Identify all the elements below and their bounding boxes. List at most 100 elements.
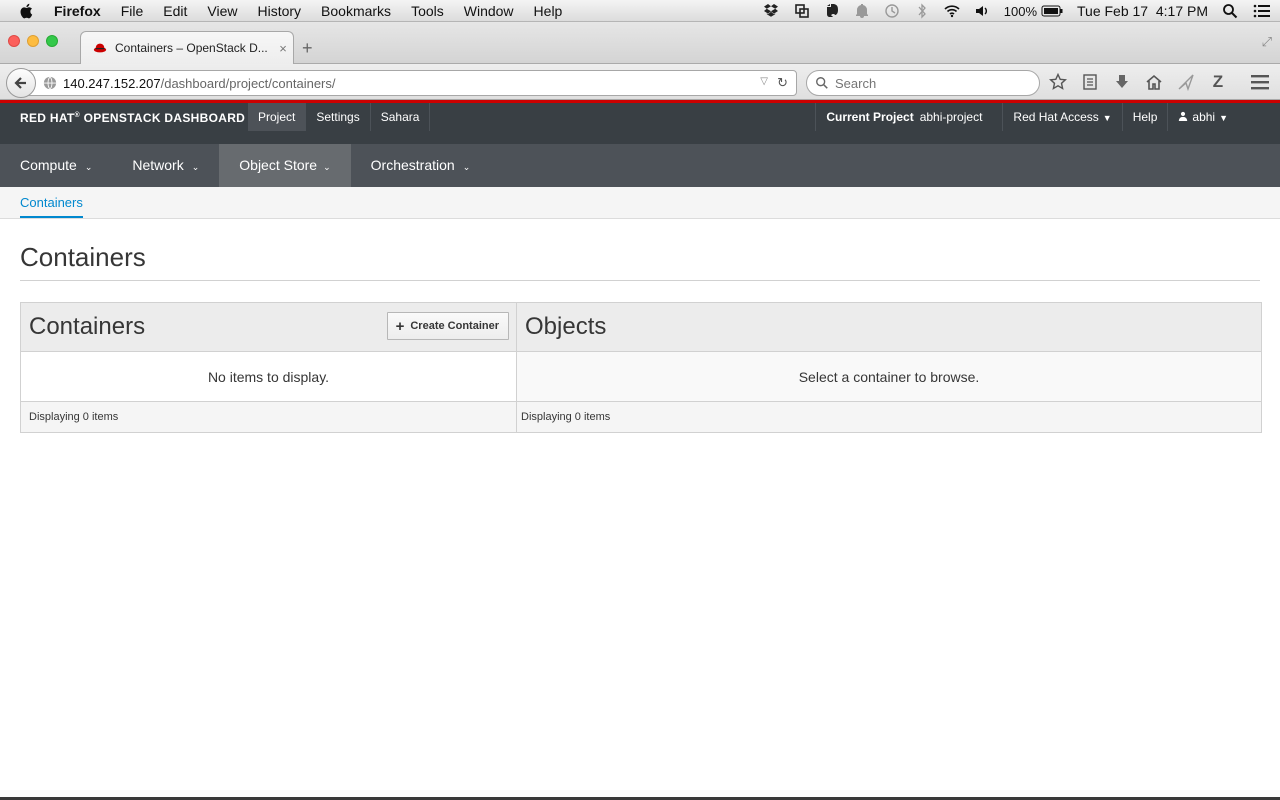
- new-tab-button[interactable]: +: [302, 38, 313, 59]
- create-container-button[interactable]: + Create Container: [386, 312, 509, 340]
- zotero-icon[interactable]: Z: [1208, 72, 1228, 92]
- red-hat-access-label: Red Hat Access: [1013, 110, 1099, 124]
- container-browser: Containers + Create Container No items to…: [20, 302, 1262, 433]
- menu-history[interactable]: History: [257, 3, 301, 19]
- evernote-icon[interactable]: [824, 3, 840, 19]
- nav-object-store-label: Object Store: [239, 157, 318, 173]
- user-icon: [1179, 111, 1188, 121]
- hamburger-menu-icon[interactable]: [1250, 73, 1270, 91]
- tab-close-icon[interactable]: ×: [273, 41, 293, 56]
- menubar-status-area: 100% Tue Feb 17 4:17 PM: [763, 0, 1272, 22]
- window-close-button[interactable]: [8, 35, 20, 47]
- nav-network[interactable]: Network ⌄: [112, 144, 219, 187]
- browser-search-bar[interactable]: [806, 70, 1040, 96]
- nav-orchestration[interactable]: Orchestration ⌄: [351, 144, 491, 187]
- fullscreen-icon[interactable]: ⤢: [1262, 34, 1272, 50]
- nav-object-store[interactable]: Object Store ⌄: [219, 144, 351, 187]
- menu-file[interactable]: File: [121, 3, 144, 19]
- openstack-header: RED HAT® OPENSTACK DASHBOARD Project Set…: [0, 100, 1280, 144]
- top-nav-project[interactable]: Project: [248, 103, 307, 131]
- bluetooth-icon[interactable]: [914, 3, 930, 19]
- menu-view[interactable]: View: [207, 3, 237, 19]
- current-project-selector[interactable]: Current Project abhi-project: [815, 103, 1002, 131]
- tab-title: Containers – OpenStack D...: [115, 41, 268, 55]
- home-icon[interactable]: [1144, 72, 1164, 92]
- chevron-down-icon: ⌄: [84, 162, 93, 172]
- spotlight-search-icon[interactable]: [1222, 3, 1238, 19]
- share-icon[interactable]: [1176, 72, 1196, 92]
- notification-center-icon[interactable]: [1252, 3, 1272, 19]
- nav-compute[interactable]: Compute ⌄: [0, 144, 112, 187]
- browser-tab-active[interactable]: Containers – OpenStack D... ×: [80, 31, 294, 64]
- window-controls: [8, 35, 58, 47]
- create-container-label: Create Container: [410, 320, 499, 332]
- containers-empty-message: No items to display.: [21, 352, 516, 402]
- chevron-down-icon: ▼: [1102, 113, 1112, 123]
- top-nav-settings[interactable]: Settings: [306, 103, 371, 131]
- objects-empty-message: Select a container to browse.: [517, 352, 1261, 402]
- redhat-favicon-icon: [93, 43, 107, 53]
- menu-window[interactable]: Window: [464, 3, 514, 19]
- window-icon[interactable]: [794, 3, 810, 19]
- objects-panel-header: Objects: [517, 303, 1261, 352]
- current-project-name: abhi-project: [919, 110, 983, 124]
- window-zoom-button[interactable]: [46, 35, 58, 47]
- bookmark-star-icon[interactable]: [1048, 72, 1068, 92]
- user-name: abhi: [1192, 110, 1216, 124]
- top-nav-sahara[interactable]: Sahara: [371, 103, 431, 131]
- objects-panel-title: Objects: [525, 313, 607, 340]
- url-history-dropdown-icon[interactable]: ▽: [760, 76, 768, 87]
- time-machine-icon[interactable]: [884, 3, 900, 19]
- containers-panel-header: Containers + Create Container: [21, 303, 516, 352]
- reading-list-icon[interactable]: [1080, 72, 1100, 92]
- objects-panel: Objects Select a container to browse. Di…: [517, 303, 1261, 432]
- user-menu[interactable]: abhi ▼: [1167, 103, 1280, 131]
- menu-help[interactable]: Help: [534, 3, 563, 19]
- browser-tabbar: Containers – OpenStack D... × + ⤢: [0, 22, 1280, 64]
- chevron-down-icon: ⌄: [191, 162, 200, 172]
- dropbox-icon[interactable]: [763, 3, 780, 19]
- back-button[interactable]: [6, 68, 36, 98]
- nav-network-label: Network: [132, 157, 184, 173]
- red-hat-access-menu[interactable]: Red Hat Access ▼: [1002, 103, 1121, 131]
- battery-icon[interactable]: [1041, 5, 1063, 17]
- search-input[interactable]: [835, 75, 1025, 91]
- chevron-down-icon: ⌄: [323, 162, 331, 172]
- menu-tools[interactable]: Tools: [411, 3, 444, 19]
- chevron-down-icon: ⌄: [462, 162, 471, 172]
- reload-icon[interactable]: ↻: [777, 75, 788, 91]
- plus-icon: +: [395, 317, 405, 335]
- mac-menubar: Firefox File Edit View History Bookmarks…: [0, 0, 1280, 22]
- page-title: Containers: [20, 242, 146, 272]
- header-utility-nav: Current Project abhi-project Red Hat Acce…: [815, 103, 1280, 131]
- tab-containers[interactable]: Containers: [20, 195, 83, 218]
- menu-edit[interactable]: Edit: [163, 3, 187, 19]
- url-host: 140.247.152.207: [63, 75, 161, 91]
- apple-icon[interactable]: [18, 2, 36, 20]
- menu-bookmarks[interactable]: Bookmarks: [321, 3, 391, 19]
- downloads-icon[interactable]: [1112, 72, 1132, 92]
- secondary-nav: Compute ⌄ Network ⌄ Object Store ⌄ Orchestr…: [0, 144, 1280, 187]
- containers-panel: Containers + Create Container No items to…: [21, 303, 517, 432]
- nav-orchestration-label: Orchestration: [370, 157, 455, 173]
- help-link[interactable]: Help: [1121, 103, 1168, 131]
- menubar-clock[interactable]: Tue Feb 17 4:17 PM: [1077, 3, 1208, 19]
- window-minimize-button[interactable]: [27, 35, 39, 47]
- containers-footer-count: Displaying 0 items: [21, 402, 516, 432]
- wifi-icon[interactable]: [944, 3, 960, 19]
- chevron-down-icon: ▼: [1219, 113, 1228, 123]
- back-arrow-icon: [14, 77, 26, 89]
- menu-app-firefox[interactable]: Firefox: [54, 3, 101, 19]
- top-nav: Project Settings Sahara: [248, 103, 431, 131]
- nav-compute-label: Compute: [20, 157, 77, 173]
- current-project-label: Current Project: [826, 110, 914, 124]
- globe-icon[interactable]: [43, 76, 57, 90]
- volume-icon[interactable]: [974, 3, 990, 19]
- url-bar[interactable]: 140.247.152.207/dashboard/project/contai…: [22, 70, 797, 96]
- browser-navbar: 140.247.152.207/dashboard/project/contai…: [0, 64, 1280, 100]
- title-divider: [20, 280, 1260, 281]
- containers-panel-title: Containers: [29, 313, 146, 340]
- brand-logo[interactable]: RED HAT® OPENSTACK DASHBOARD: [20, 111, 245, 125]
- notification-bell-icon[interactable]: [854, 3, 870, 19]
- search-icon: [816, 77, 828, 89]
